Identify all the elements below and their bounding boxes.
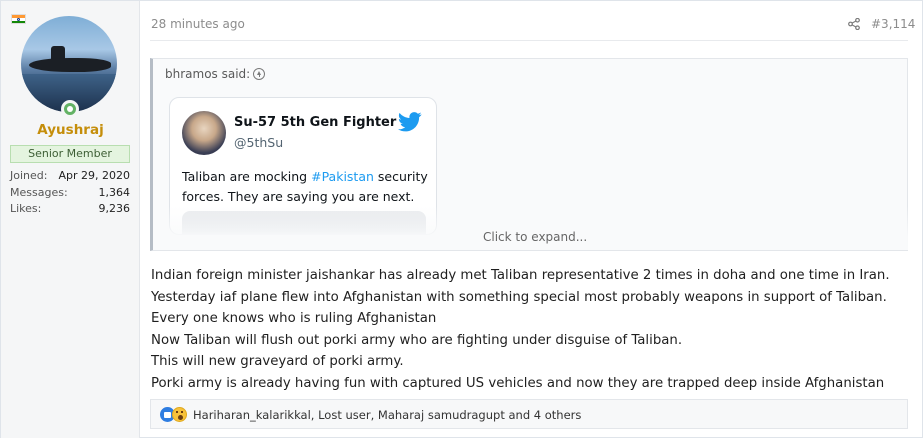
india-flag-icon	[11, 14, 26, 24]
tweet-author-name[interactable]: Su-57 5th Gen Fighter	[234, 115, 396, 130]
stat-value: Apr 29, 2020	[58, 169, 130, 182]
tweet-text-pre: Taliban are mocking	[182, 169, 312, 184]
share-icon[interactable]	[848, 18, 860, 30]
wow-reaction-icon	[172, 407, 187, 422]
reactions-list-link[interactable]: Hariharan_kalarikkal, Lost user, Maharaj…	[193, 408, 581, 422]
arrow-up-circle-icon[interactable]	[253, 68, 266, 80]
post-line: This will new graveyard of porki army.	[151, 354, 404, 370]
post-line: Every one knows who is ruling Afghanista…	[151, 311, 437, 327]
stat-value: 9,236	[98, 202, 131, 215]
user-stats: Joined: Apr 29, 2020 Messages: 1,364 Lik…	[10, 168, 130, 218]
post-line: Porki army is already having fun with ca…	[151, 375, 885, 391]
tweet-author-handle[interactable]: @5thSu	[234, 135, 283, 150]
stat-likes: Likes: 9,236	[10, 201, 130, 218]
click-to-expand-link[interactable]: Click to expand...	[483, 230, 587, 244]
tweet-avatar[interactable]	[182, 111, 226, 155]
online-status-icon	[61, 100, 79, 118]
quote-block: bhramos said: Su-57 5th Gen Fighter @5th…	[150, 58, 908, 251]
post-body: Indian foreign minister jaishankar has a…	[151, 265, 911, 395]
user-sidebar: Ayushraj Senior Member Joined: Apr 29, 2…	[1, 1, 140, 438]
stat-value: 1,364	[98, 185, 131, 199]
tweet-text: Taliban are mocking #Pakistan security f…	[182, 167, 430, 207]
stat-messages: Messages: 1,364	[10, 185, 130, 202]
stat-label: Messages:	[10, 185, 68, 199]
username-link[interactable]: Ayushraj	[1, 122, 140, 138]
post-line: Indian foreign minister jaishankar has a…	[151, 268, 890, 283]
post-timestamp[interactable]: 28 minutes ago	[151, 17, 245, 31]
twitter-bird-icon[interactable]	[398, 112, 422, 132]
post-number-link[interactable]: #3,114	[871, 17, 915, 31]
quote-author-label: bhramos said:	[165, 67, 251, 81]
avatar[interactable]	[21, 16, 117, 112]
forum-post: Ayushraj Senior Member Joined: Apr 29, 2…	[0, 0, 923, 438]
post-line: Now Taliban will flush out porki army wh…	[151, 332, 683, 348]
header-divider	[150, 40, 908, 41]
quote-author[interactable]: bhramos said:	[165, 67, 266, 81]
post-line: Yesterday iaf plane flew into Afghanista…	[151, 289, 887, 305]
tweet-hashtag-link[interactable]: #Pakistan	[311, 169, 374, 184]
stat-joined: Joined: Apr 29, 2020	[10, 168, 130, 185]
user-title-badge: Senior Member	[10, 145, 130, 163]
stat-label: Joined:	[10, 169, 48, 182]
reactions-bar[interactable]: Hariharan_kalarikkal, Lost user, Maharaj…	[150, 399, 908, 429]
stat-label: Likes:	[10, 202, 42, 215]
